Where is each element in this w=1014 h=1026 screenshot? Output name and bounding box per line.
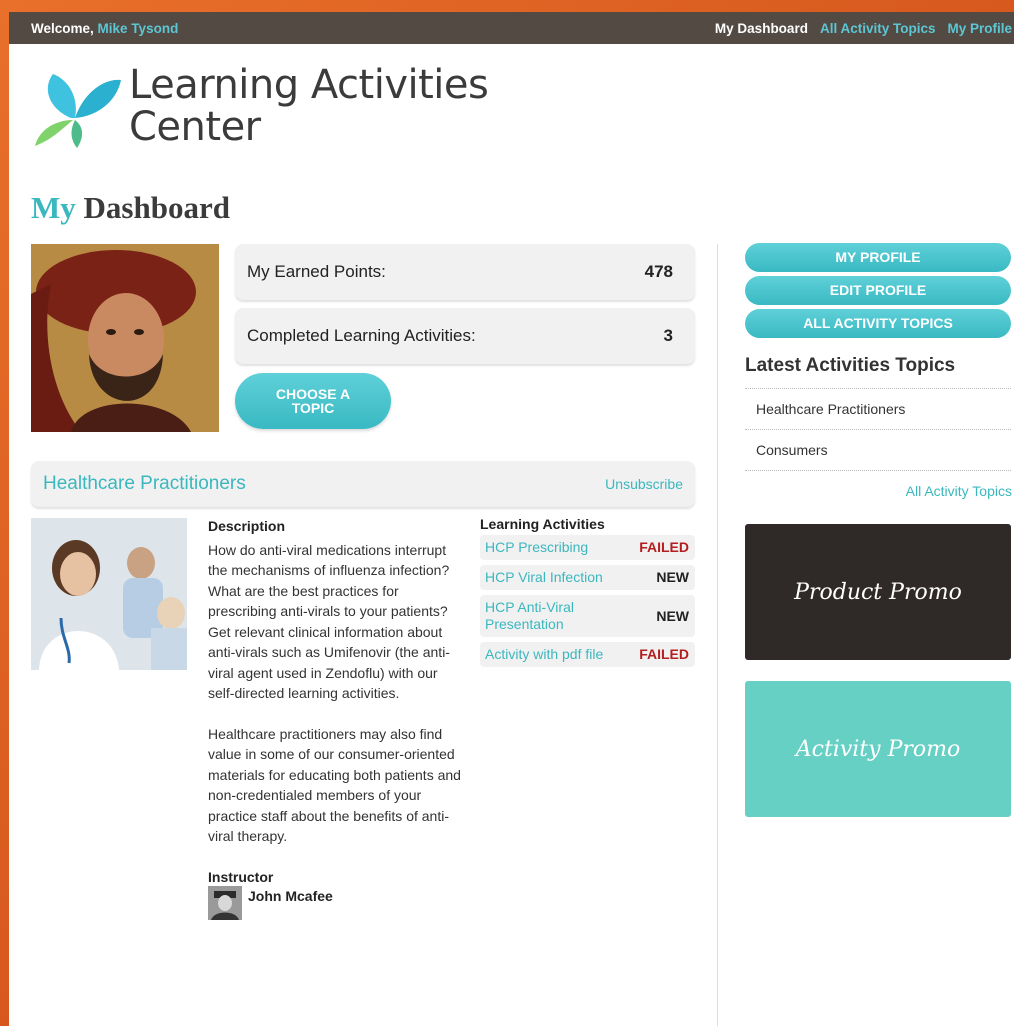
topic-header: Healthcare Practitioners Unsubscribe [31, 461, 695, 507]
completed-activities-value: 3 [663, 326, 673, 345]
activity-promo-banner[interactable]: Activity Promo [745, 681, 1011, 817]
top-bar: Welcome, Mike Tysond My Dashboard All Ac… [9, 12, 1014, 44]
unsubscribe-link[interactable]: Unsubscribe [605, 476, 683, 492]
butterfly-logo-icon [35, 74, 121, 148]
user-avatar [31, 244, 219, 432]
activity-item[interactable]: HCP Prescribing FAILED [480, 535, 695, 560]
earned-points-box: My Earned Points: 478 [235, 244, 695, 300]
column-divider [717, 244, 718, 1026]
description-heading: Description [208, 518, 286, 534]
instructor-photo [208, 886, 242, 920]
topic-image [31, 518, 187, 670]
my-profile-button[interactable]: MY PROFILE [745, 243, 1011, 272]
logo-line-2: Center [129, 104, 261, 150]
all-activity-topics-button[interactable]: ALL ACTIVITY TOPICS [745, 309, 1011, 338]
activity-item[interactable]: HCP Viral Infection NEW [480, 565, 695, 590]
welcome-label: Welcome, [31, 20, 94, 36]
nav-my-profile[interactable]: My Profile [947, 21, 1012, 36]
site-logo[interactable]: Learning Activities Center [31, 60, 489, 152]
page-title-rest: Dashboard [75, 190, 230, 225]
choose-topic-line-2: TOPIC [291, 400, 335, 416]
activity-status: NEW [656, 607, 689, 624]
healthcare-photo [31, 518, 187, 670]
completed-activities-box: Completed Learning Activities: 3 [235, 308, 695, 364]
user-name[interactable]: Mike Tysond [98, 21, 179, 36]
edit-profile-button[interactable]: EDIT PROFILE [745, 276, 1011, 305]
top-nav: My Dashboard All Activity Topics My Prof… [715, 21, 1014, 36]
topic-title: Healthcare Practitioners [43, 473, 246, 494]
activity-status: FAILED [639, 539, 689, 555]
activity-status: NEW [656, 569, 689, 585]
activity-name[interactable]: Activity with pdf file [485, 646, 610, 663]
activity-name[interactable]: HCP Viral Infection [485, 569, 603, 586]
completed-activities-label: Completed Learning Activities: [247, 326, 476, 345]
logo-line-1: Learning Activities [129, 62, 489, 108]
learning-activities: Learning Activities HCP Prescribing FAIL… [480, 516, 695, 672]
activity-name[interactable]: HCP Anti-Viral Presentation [485, 599, 605, 633]
activity-name[interactable]: HCP Prescribing [485, 539, 588, 556]
instructor-name[interactable]: John Mcafee [248, 886, 333, 907]
activity-promo-text: Activity Promo [795, 736, 961, 762]
instructor-heading: Instructor [208, 868, 274, 885]
activity-item[interactable]: HCP Anti-Viral Presentation NEW [480, 595, 695, 637]
nav-my-dashboard[interactable]: My Dashboard [715, 21, 808, 36]
page-title: My Dashboard [31, 190, 230, 226]
learning-activities-heading: Learning Activities [480, 516, 605, 532]
welcome-text: Welcome, Mike Tysond [31, 21, 178, 36]
topic-description: Description How do anti-viral medication… [208, 516, 466, 920]
instructor-avatar [208, 886, 242, 920]
latest-topic-item[interactable]: Healthcare Practitioners [745, 389, 1011, 430]
description-paragraph-2: Healthcare practitioners may also find v… [208, 725, 461, 845]
choose-topic-button[interactable]: CHOOSE A TOPIC [235, 373, 391, 429]
latest-topics-title: Latest Activities Topics [745, 355, 956, 376]
activity-status: FAILED [639, 646, 689, 662]
earned-points-label: My Earned Points: [247, 262, 386, 281]
description-paragraph-1: How do anti-viral medications interrupt … [208, 541, 450, 702]
page: Welcome, Mike Tysond My Dashboard All Ac… [9, 12, 1014, 1026]
logo-text: Learning Activities Center [129, 62, 489, 150]
nav-all-activity-topics[interactable]: All Activity Topics [820, 21, 936, 36]
product-promo-banner[interactable]: Product Promo [745, 524, 1011, 660]
product-promo-text: Product Promo [794, 579, 962, 605]
earned-points-value: 478 [644, 262, 673, 281]
page-title-accent: My [31, 190, 76, 225]
portrait-image [31, 244, 219, 432]
latest-topic-item[interactable]: Consumers [745, 430, 1011, 471]
latest-topics-list: Healthcare Practitioners Consumers [745, 388, 1011, 471]
activity-item[interactable]: Activity with pdf file FAILED [480, 642, 695, 667]
instructor: John Mcafee [208, 886, 466, 920]
all-activity-topics-link[interactable]: All Activity Topics [906, 483, 1012, 499]
